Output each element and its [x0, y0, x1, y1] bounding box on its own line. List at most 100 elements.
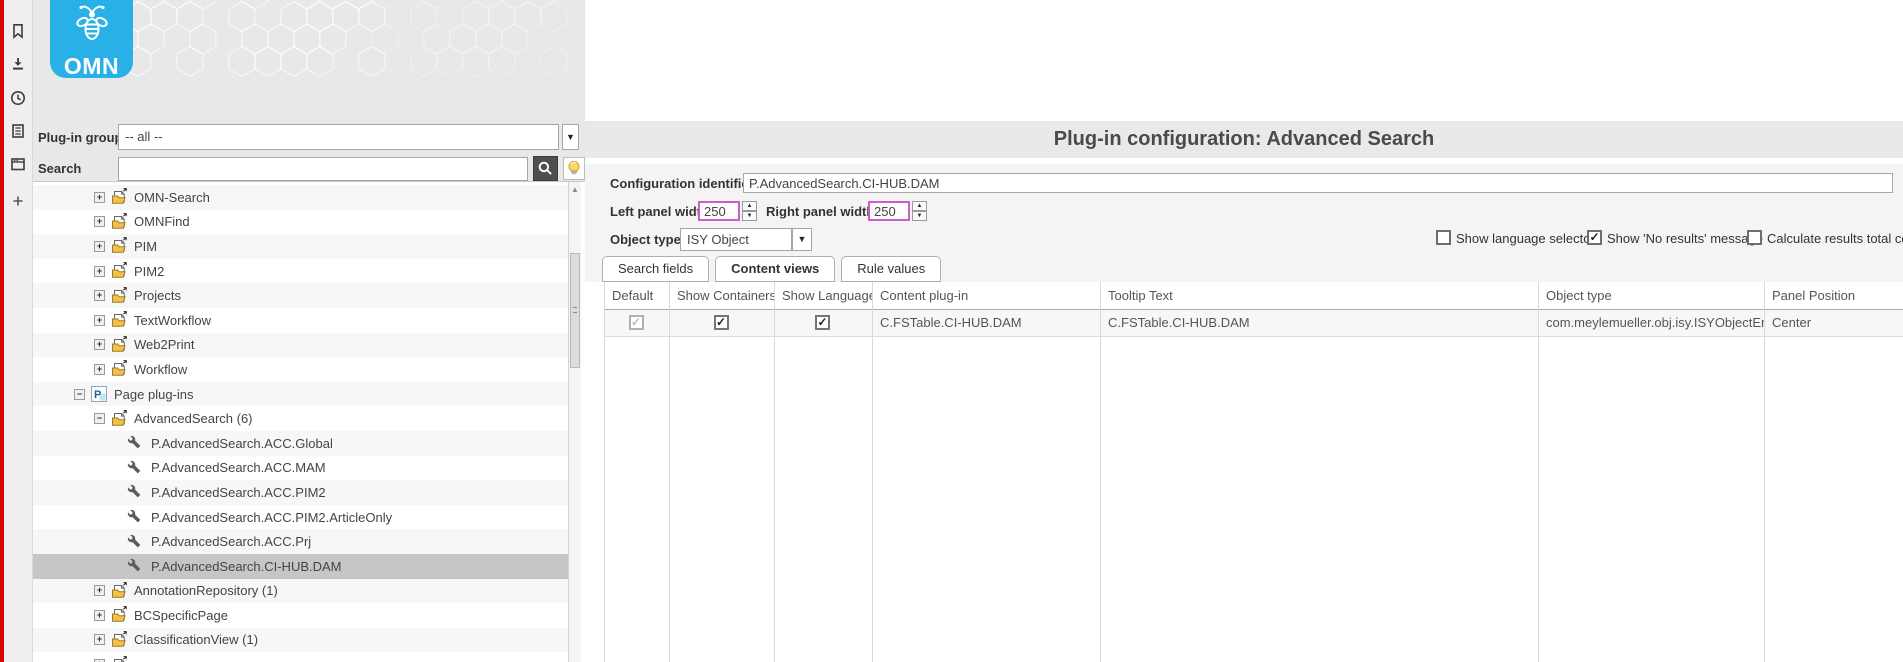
right-panel-width-label: Right panel width [766, 204, 875, 219]
tree-item-config[interactable]: P.AdvancedSearch.ACC.PIM2 [33, 480, 568, 505]
config-tabs: Search fields Content views Rule values [602, 256, 942, 282]
cell-checkbox-show-containers[interactable]: ✓ [713, 315, 729, 330]
expand-icon[interactable]: + [94, 634, 105, 646]
collapse-icon[interactable]: − [74, 388, 85, 400]
tree-item-label: P.AdvancedSearch.ACC.Global [151, 435, 333, 451]
tree-item[interactable]: + AnnotationRepository (1) [33, 578, 568, 604]
object-type-label: Object type [610, 232, 681, 247]
bookmark-icon[interactable] [9, 22, 27, 40]
plugin-group-icon [110, 360, 128, 378]
checkbox-show-language-selector[interactable] [1436, 230, 1451, 245]
tree-item[interactable]: + Workflow [33, 357, 568, 382]
expand-icon[interactable]: + [94, 216, 105, 228]
cell-panel-position[interactable]: Center [1764, 310, 1903, 336]
tree-item[interactable]: + OMNFind [33, 210, 568, 235]
clock-icon[interactable] [9, 89, 27, 107]
window-icon[interactable] [9, 155, 27, 173]
tree-item[interactable]: + Projects [33, 283, 568, 308]
object-type-dropdown-button[interactable]: ▼ [792, 228, 812, 251]
check-icon: ✓ [630, 315, 642, 329]
column-divider [1764, 282, 1765, 662]
checkbox-label: Show 'No results' message [1607, 231, 1763, 246]
tree-item[interactable]: + OMN-Search [33, 185, 568, 210]
plugin-group-icon [110, 606, 128, 624]
tab-content-views[interactable]: Content views [715, 256, 836, 282]
tree-item-config[interactable]: P.AdvancedSearch.ACC.Global [33, 430, 568, 456]
tree-item-label: Projects [134, 288, 181, 304]
expand-icon[interactable]: + [94, 191, 105, 203]
hint-button[interactable] [563, 157, 585, 180]
tree-item-label: P.AdvancedSearch.ACC.PIM2.ArticleOnly [151, 509, 393, 525]
tree-item-label: BCSpecificPage [134, 607, 228, 623]
spin-down-icon[interactable]: ▼ [912, 211, 927, 221]
tree-item[interactable]: + ClassificationView (1) [33, 627, 568, 653]
expand-icon[interactable]: + [94, 609, 105, 621]
tree-item[interactable]: − P Page plug-ins [33, 381, 568, 407]
notes-icon[interactable] [9, 122, 27, 140]
tree-item-label: P.AdvancedSearch.CI-HUB.DAM [151, 558, 342, 574]
download-icon[interactable] [9, 55, 27, 73]
scroll-up-icon[interactable]: ▲ [569, 185, 581, 194]
column-header: Panel Position [1772, 288, 1856, 303]
search-input[interactable] [118, 157, 528, 181]
tree-item[interactable]: − AdvancedSearch (6) [33, 406, 568, 431]
tree-item-label: P.AdvancedSearch.ACC.Prj [151, 534, 312, 550]
collapse-icon[interactable]: − [94, 413, 105, 425]
tree-item-config[interactable]: P.AdvancedSearch.ACC.PIM2.ArticleOnly [33, 505, 568, 530]
left-panel-width-input[interactable] [698, 201, 740, 221]
expand-icon[interactable]: + [94, 290, 105, 302]
tree-item-config[interactable]: P.AdvancedSearch.ACC.Prj [33, 529, 568, 554]
omn-logo: OMN [50, 0, 133, 79]
right-panel-width-stepper[interactable]: ▲ ▼ [912, 201, 927, 221]
tab-search-fields[interactable]: Search fields [602, 256, 710, 282]
right-panel-width-input[interactable] [868, 201, 910, 221]
checkbox-label: Show language selector [1456, 231, 1595, 246]
tree-item-label: PIM2 [134, 263, 165, 279]
tree-item-label: P.AdvancedSearch.ACC.PIM2 [151, 484, 326, 500]
plugin-group-dropdown-button[interactable]: ▼ [562, 124, 579, 150]
tree-item-config[interactable]: P.AdvancedSearch.CI-HUB.DAM [33, 553, 568, 579]
expand-icon[interactable]: + [94, 240, 105, 252]
plugin-group-icon [110, 188, 128, 206]
tree-item[interactable]: + [33, 652, 568, 662]
tree-item[interactable]: + TextWorkflow [33, 308, 568, 333]
plugin-group-icon [110, 262, 128, 280]
expand-icon[interactable]: + [94, 265, 105, 277]
tree-item[interactable]: + PIM2 [33, 259, 568, 284]
tree-item[interactable]: + Web2Print [33, 332, 568, 358]
plugin-group-icon [110, 409, 128, 428]
plugin-group-label: Plug-in group [38, 130, 123, 145]
cell-tooltip-text[interactable]: C.FSTable.CI-HUB.DAM [1100, 310, 1538, 336]
wrench-icon [127, 434, 145, 452]
checkbox-label: Calculate results total count [1767, 231, 1903, 246]
plugin-group-select[interactable]: -- all -- [118, 124, 559, 150]
cell-checkbox-show-language[interactable]: ✓ [815, 315, 830, 330]
expand-icon[interactable]: + [94, 363, 105, 375]
object-type-select[interactable]: ISY Object [680, 228, 792, 251]
tree-item[interactable]: + BCSpecificPage [33, 603, 568, 628]
column-header: Show Containers [677, 288, 774, 303]
tree-item-label: OMN-Search [134, 189, 210, 205]
expand-icon[interactable]: + [94, 585, 105, 597]
config-identifier-input[interactable] [743, 173, 1893, 193]
search-button[interactable] [533, 156, 558, 181]
cell-object-type[interactable]: com.meylemueller.obj.isy.ISYObjectEntity [1538, 310, 1764, 336]
spin-down-icon[interactable]: ▼ [742, 211, 757, 221]
spin-up-icon[interactable]: ▲ [742, 201, 757, 211]
check-icon: ✓ [817, 315, 828, 329]
tree-item[interactable]: + PIM [33, 234, 568, 259]
checkbox-show-no-results-message[interactable]: ✓ [1587, 230, 1602, 245]
bee-icon [75, 5, 108, 40]
cell-content-plugin[interactable]: C.FSTable.CI-HUB.DAM [872, 310, 1100, 336]
expand-icon[interactable]: + [94, 339, 105, 351]
checkbox-calculate-results-total-count[interactable] [1747, 230, 1762, 245]
scrollbar-thumb[interactable] [570, 253, 580, 368]
tab-rule-values[interactable]: Rule values [841, 256, 942, 282]
tree-item-config[interactable]: P.AdvancedSearch.ACC.MAM [33, 456, 568, 481]
left-panel-width-stepper[interactable]: ▲ ▼ [742, 201, 757, 221]
plus-icon[interactable] [9, 192, 27, 210]
spin-up-icon[interactable]: ▲ [912, 201, 927, 211]
tree-scrollbar[interactable]: ▲ [568, 182, 581, 662]
logo-text: OMN [63, 53, 120, 79]
expand-icon[interactable]: + [94, 314, 105, 326]
